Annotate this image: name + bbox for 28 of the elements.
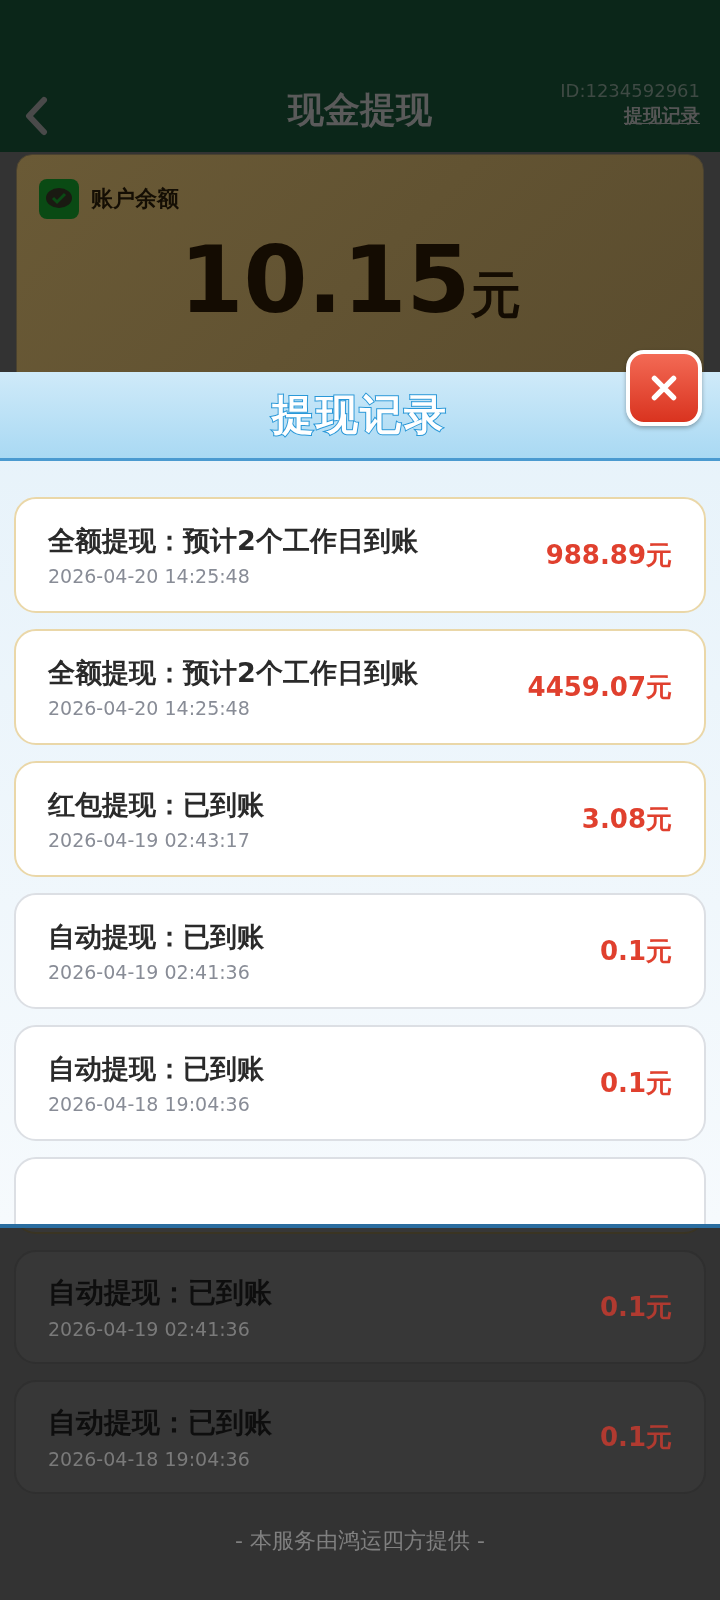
page-title: 现金提现 (288, 88, 432, 132)
record-amount: 988.89元 (545, 538, 672, 572)
balance-label: 账户余额 (91, 185, 179, 213)
close-button[interactable] (626, 350, 702, 426)
record-date: 2026-04-20 14:25:48 (48, 565, 251, 587)
record-date: 2026-04-19 02:41:36 (48, 1318, 251, 1340)
chat-icon (39, 179, 79, 219)
footer-text: - 本服务由鸿运四方提供 - (235, 1527, 485, 1555)
record-date: 2026-04-19 02:41:36 (48, 961, 251, 983)
record-title: 红包提现：已到账 (48, 788, 264, 822)
record-title: 全额提现：预计2个工作日到账 (48, 524, 418, 558)
record-date: 2026-04-19 02:43:17 (48, 829, 251, 851)
record-title: 全额提现：预计2个工作日到账 (48, 656, 418, 690)
record-title: 自动提现：已到账 (48, 920, 264, 954)
record-amount: 0.1元 (599, 1420, 672, 1454)
record-amount: 0.1元 (599, 1290, 672, 1324)
balance-amount: 10.15 (179, 227, 471, 334)
dialog-title: 提现记录 (272, 389, 448, 441)
record-date: 2026-04-20 14:25:48 (48, 697, 251, 719)
records-link[interactable]: 提现记录 (624, 103, 700, 129)
record-title: 自动提现：已到账 (48, 1052, 264, 1086)
currency-unit: 元 (470, 265, 521, 326)
record-amount: 4459.07元 (527, 670, 672, 704)
record-amount: 0.1元 (599, 934, 672, 968)
record-amount: 0.1元 (599, 1066, 672, 1100)
record-date: 2026-04-18 19:04:36 (48, 1448, 251, 1470)
record-amount: 3.08元 (581, 802, 672, 836)
record-date: 2026-04-18 19:04:36 (48, 1093, 251, 1115)
